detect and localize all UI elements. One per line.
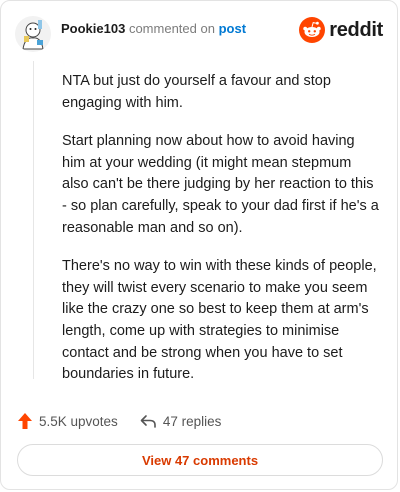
avatar-illustration-icon	[15, 16, 51, 52]
reddit-snoo-icon	[299, 17, 326, 43]
comment-paragraph-1: NTA but just do yourself a favour and st…	[62, 73, 331, 111]
comment-actions: 5.5K upvotes 47 replies	[17, 409, 221, 433]
upvote-button[interactable]: 5.5K upvotes	[17, 412, 118, 430]
upvote-arrow-icon	[18, 413, 32, 429]
username-link[interactable]: Pookie103	[61, 21, 125, 36]
comment-card: Pookie103 commented on post reddit NTA b…	[0, 0, 398, 490]
reply-arrow-icon	[140, 414, 156, 428]
comment-meta: Pookie103 commented on post	[61, 21, 246, 37]
upvote-count: 5.5K upvotes	[39, 413, 118, 429]
replies-button[interactable]: 47 replies	[140, 413, 222, 429]
post-link[interactable]: post	[219, 21, 246, 36]
view-comments-button[interactable]: View 47 comments	[17, 444, 383, 476]
reddit-logo[interactable]: reddit	[299, 17, 383, 43]
comment-body: NTA but just do yourself a favour and st…	[62, 71, 380, 403]
comment-paragraph-3: There's no way to win with these kinds o…	[62, 258, 377, 383]
comment-header: Pookie103 commented on post reddit	[15, 15, 383, 53]
reddit-wordmark: reddit	[329, 18, 383, 41]
thread-line	[33, 61, 34, 379]
avatar[interactable]	[15, 16, 51, 52]
comment-paragraph-2: Start planning now about how to avoid ha…	[62, 133, 379, 236]
replies-count: 47 replies	[162, 413, 222, 429]
commented-on-text: commented on	[128, 21, 215, 36]
